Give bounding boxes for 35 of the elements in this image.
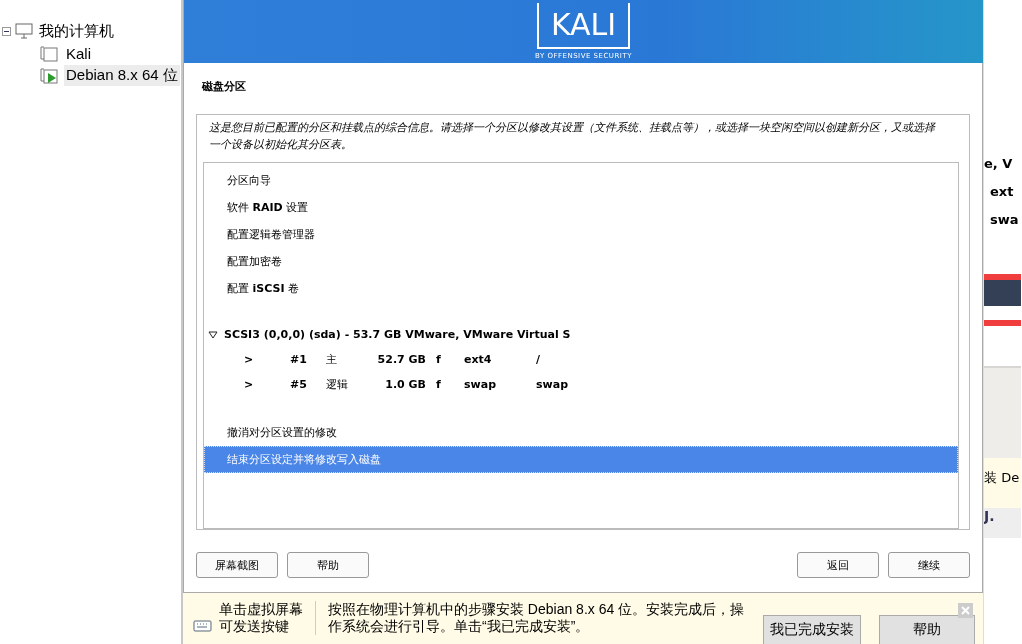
- close-icon: [961, 606, 970, 615]
- expanded-triangle-icon[interactable]: [208, 330, 218, 339]
- background-text: swa: [990, 211, 1020, 229]
- tree-item[interactable]: 我的计算机: [37, 20, 116, 42]
- disk-item[interactable]: SCSI3 (0,0,0) (sda) - 53.7 GB VMware, VMware Virtual S: [224, 328, 571, 341]
- partition-row[interactable]: > #1 主 52.7 GB f ext4 /: [204, 347, 958, 372]
- installer-button[interactable]: 返回: [797, 552, 879, 578]
- background-text: ext: [990, 183, 1015, 201]
- menu-item[interactable]: 撤消对分区设置的修改: [204, 419, 958, 446]
- description-text: 这是您目前已配置的分区和挂载点的综合信息。请选择一个分区以修改其设置（文件系统、挂载点等），或选择一块空闲空间以创建新分区，又或选择一个设备以初始化其分区表。: [208, 120, 937, 153]
- tree-item[interactable]: Debian 8.x 64 位: [64, 64, 180, 86]
- installer-button[interactable]: 屏幕截图: [196, 552, 278, 578]
- keyboard-icon: [193, 619, 213, 635]
- partition-row[interactable]: > #5 逻辑 1.0 GB f swap swap: [204, 372, 958, 397]
- menu-item[interactable]: 软件 RAID 设置: [204, 194, 958, 221]
- background-text: J.: [984, 508, 1021, 538]
- installer-button[interactable]: 帮助: [287, 552, 369, 578]
- collapse-icon[interactable]: [2, 26, 11, 36]
- hint-text: 可发送按键: [218, 618, 290, 635]
- tree-item[interactable]: Kali: [64, 43, 93, 63]
- hint-button[interactable]: 我已完成安装: [763, 615, 861, 644]
- installer-button[interactable]: 继续: [888, 552, 970, 578]
- computer-icon: [15, 23, 33, 39]
- menu-item[interactable]: 结束分区设定并将修改写入磁盘: [204, 446, 958, 473]
- menu-item[interactable]: 配置逻辑卷管理器: [204, 221, 958, 248]
- hint-button[interactable]: 帮助: [879, 615, 975, 644]
- hint-text: 单击虚拟屏幕: [218, 601, 303, 618]
- install-message: 按照在物理计算机中的步骤安装 Debian 8.x 64 位。安装完成后，操作系统会进行引导。单击“我已完成安装”。: [327, 601, 746, 635]
- menu-item[interactable]: 配置 iSCSI 卷: [204, 275, 958, 302]
- kali-logo: KALI: [536, 3, 631, 49]
- background-text: 装 De: [984, 458, 1021, 508]
- background-text: e, V: [984, 155, 1014, 173]
- menu-item[interactable]: 配置加密卷: [204, 248, 958, 275]
- menu-item[interactable]: 分区向导: [204, 167, 958, 194]
- page-title: 磁盘分区: [202, 79, 247, 94]
